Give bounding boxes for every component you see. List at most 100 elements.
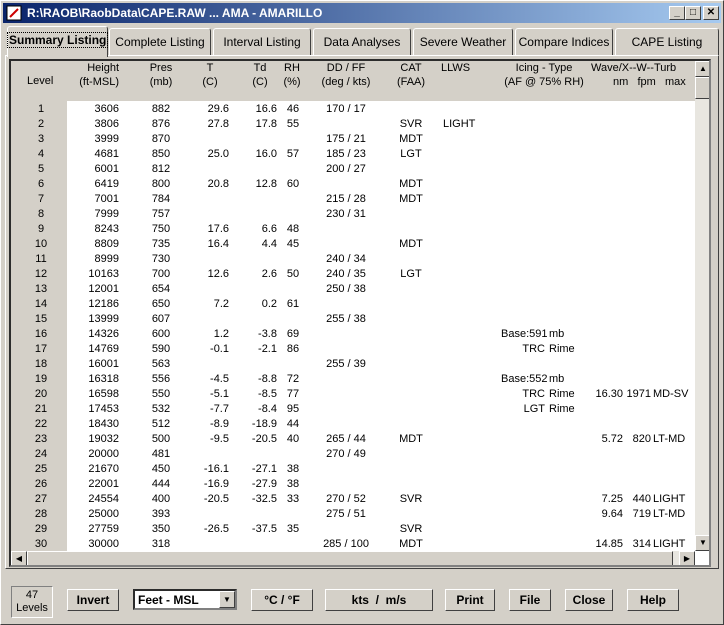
invert-button[interactable]: Invert (67, 589, 119, 611)
help-button[interactable]: Help (627, 589, 679, 611)
table-row[interactable]: 13 12001 654 250 / 38 (11, 282, 695, 297)
tab-compare-indices[interactable]: Compare Indices (515, 28, 613, 56)
table-row[interactable]: 22 18430 512 -8.9 -18.9 44 (11, 417, 695, 432)
table-row[interactable]: 4 4681 850 25.0 16.0 57 185 / 23 LGT (11, 147, 695, 162)
cell-temp: -4.5 (210, 373, 229, 385)
table-row[interactable]: 9 8243 750 17.6 6.6 48 (11, 222, 695, 237)
cell-dewpoint: -2.1 (258, 343, 277, 355)
table-row[interactable]: 18 16001 563 255 / 39 (11, 357, 695, 372)
table-row[interactable]: 30 30000 318 285 / 100 MDT 14.85 314 LIGHT (11, 537, 695, 551)
cell-icing-b: mb (549, 328, 565, 340)
cell-level: 17 (34, 343, 48, 355)
cell-level: 26 (34, 478, 48, 490)
cell-rh: 40 (286, 433, 300, 445)
close-button[interactable]: Close (565, 589, 613, 611)
cell-temp: 12.6 (207, 268, 229, 280)
cell-dewpoint: 2.6 (261, 268, 277, 280)
cell-level: 6 (37, 178, 45, 190)
scroll-up-icon[interactable]: ▲ (695, 61, 709, 77)
table-row[interactable]: 17 14769 590 -0.1 -2.1 86 TRC Rime (11, 342, 695, 357)
col-t-header: T (C) (202, 62, 218, 88)
minimize-button[interactable]: _ (669, 6, 685, 20)
cell-cat: SVR (399, 118, 423, 130)
table-row[interactable]: 3 3999 870 175 / 21 MDT (11, 132, 695, 147)
col-rh-header: RH (%) (283, 62, 301, 88)
print-button[interactable]: Print (445, 589, 495, 611)
cell-temp: -20.5 (203, 493, 229, 505)
cell-pres: 556 (151, 373, 171, 385)
cell-level: 7 (37, 193, 45, 205)
cell-cat: SVR (399, 493, 423, 505)
table-row[interactable]: 24 20000 481 270 / 49 (11, 447, 695, 462)
title-bar[interactable]: R:\RAOB\RaobData\CAPE.RAW ... AMA - AMAR… (3, 3, 721, 23)
cell-level: 9 (37, 223, 45, 235)
table-row[interactable]: 21 17453 532 -7.7 -8.4 95 LGT Rime (11, 402, 695, 417)
table-row[interactable]: 27 24554 400 -20.5 -32.5 33 270 / 52 SVR 7.25 440… (11, 492, 695, 507)
table-row[interactable]: 15 13999 607 255 / 38 (11, 312, 695, 327)
cell-pres: 654 (151, 283, 171, 295)
horizontal-scroll-thumb[interactable] (27, 551, 673, 565)
cell-dewpoint: 16.6 (255, 103, 277, 115)
cell-temp: -9.5 (210, 433, 229, 445)
table-row[interactable]: 5 6001 812 200 / 27 (11, 162, 695, 177)
cell-dewpoint: 17.8 (255, 118, 277, 130)
cell-height: 25000 (88, 508, 119, 520)
cell-icing-b: Rime (549, 343, 575, 355)
col-wave-header: Wave/X--W--Turb nm fpm max (591, 62, 686, 88)
cell-height: 3606 (94, 103, 119, 115)
temp-units-button[interactable]: °C / °F (251, 589, 313, 611)
levels-count: 47 (25, 589, 39, 601)
units-select[interactable]: Feet - MSL ▼ (133, 589, 237, 610)
cell-wind: 285 / 100 (323, 538, 369, 550)
tab-summary-listing[interactable]: Summary Listing (6, 26, 109, 57)
scroll-left-icon[interactable]: ◀ (11, 551, 27, 565)
file-button[interactable]: File (509, 589, 551, 611)
cell-dewpoint: -8.5 (258, 388, 277, 400)
vertical-scrollbar[interactable]: ▲ ▼ (695, 61, 709, 551)
table-row[interactable]: 28 25000 393 275 / 51 9.64 719 LT-MD (11, 507, 695, 522)
cell-pres: 400 (151, 493, 171, 505)
table-row[interactable]: 7 7001 784 215 / 28 MDT (11, 192, 695, 207)
table-row[interactable]: 11 8999 730 240 / 34 (11, 252, 695, 267)
table-row[interactable]: 26 22001 444 -16.9 -27.9 38 (11, 477, 695, 492)
horizontal-scrollbar[interactable]: ◀ ▶ (11, 551, 695, 565)
vertical-scroll-thumb[interactable] (695, 77, 709, 99)
cell-level: 4 (37, 148, 45, 160)
close-window-button[interactable]: ✕ (703, 6, 719, 20)
data-grid[interactable]: Level Height (ft-MSL) Pres (mb) T (C) Td (C)… (9, 59, 711, 567)
cell-height: 13999 (88, 313, 119, 325)
cell-dewpoint: -37.5 (251, 523, 277, 535)
table-row[interactable]: 12 10163 700 12.6 2.6 50 240 / 35 LGT (11, 267, 695, 282)
tab-severe-weather[interactable]: Severe Weather (413, 28, 513, 56)
cell-dewpoint: 0.2 (261, 298, 277, 310)
chevron-down-icon[interactable]: ▼ (219, 591, 235, 608)
tab-data-analyses[interactable]: Data Analyses (313, 28, 411, 56)
cell-pres: 882 (151, 103, 171, 115)
window-title: R:\RAOB\RaobData\CAPE.RAW ... AMA - AMAR… (27, 6, 323, 20)
scroll-down-icon[interactable]: ▼ (695, 535, 709, 551)
cell-height: 20000 (88, 448, 119, 460)
table-row[interactable]: 16 14326 600 1.2 -3.8 69 Base:591 mb (11, 327, 695, 342)
maximize-button[interactable]: □ (685, 6, 701, 20)
tab-complete-listing[interactable]: Complete Listing (109, 28, 211, 56)
table-row[interactable]: 29 27759 350 -26.5 -37.5 35 SVR (11, 522, 695, 537)
cell-wave-nm: 16.30 (595, 388, 623, 400)
table-row[interactable]: 20 16598 550 -5.1 -8.5 77 TRC Rime 16.30 1971 MD-S… (11, 387, 695, 402)
tab-interval-listing[interactable]: Interval Listing (213, 28, 311, 56)
table-row[interactable]: 19 16318 556 -4.5 -8.8 72 Base:552 mb (11, 372, 695, 387)
table-row[interactable]: 2 3806 876 27.8 17.8 55 SVR LIGHT (11, 117, 695, 132)
table-row[interactable]: 1 3606 882 29.6 16.6 46 170 / 17 (11, 102, 695, 117)
table-row[interactable]: 10 8809 735 16.4 4.4 45 MDT (11, 237, 695, 252)
wind-units-button[interactable]: kts / m/s (325, 589, 433, 611)
table-row[interactable]: 25 21670 450 -16.1 -27.1 38 (11, 462, 695, 477)
table-row[interactable]: 6 6419 800 20.8 12.8 60 MDT (11, 177, 695, 192)
scroll-right-icon[interactable]: ▶ (679, 551, 695, 565)
table-row[interactable]: 14 12186 650 7.2 0.2 61 (11, 297, 695, 312)
table-row[interactable]: 23 19032 500 -9.5 -20.5 40 265 / 44 MDT 5.72 820 L… (11, 432, 695, 447)
cell-level: 13 (34, 283, 48, 295)
table-row[interactable]: 8 7999 757 230 / 31 (11, 207, 695, 222)
tab-strip: Summary Listing Complete Listing Interva… (5, 26, 721, 57)
cell-rh: 44 (286, 418, 300, 430)
tab-cape-listing[interactable]: CAPE Listing (615, 28, 719, 56)
cell-icing-a: TRC (522, 388, 545, 400)
